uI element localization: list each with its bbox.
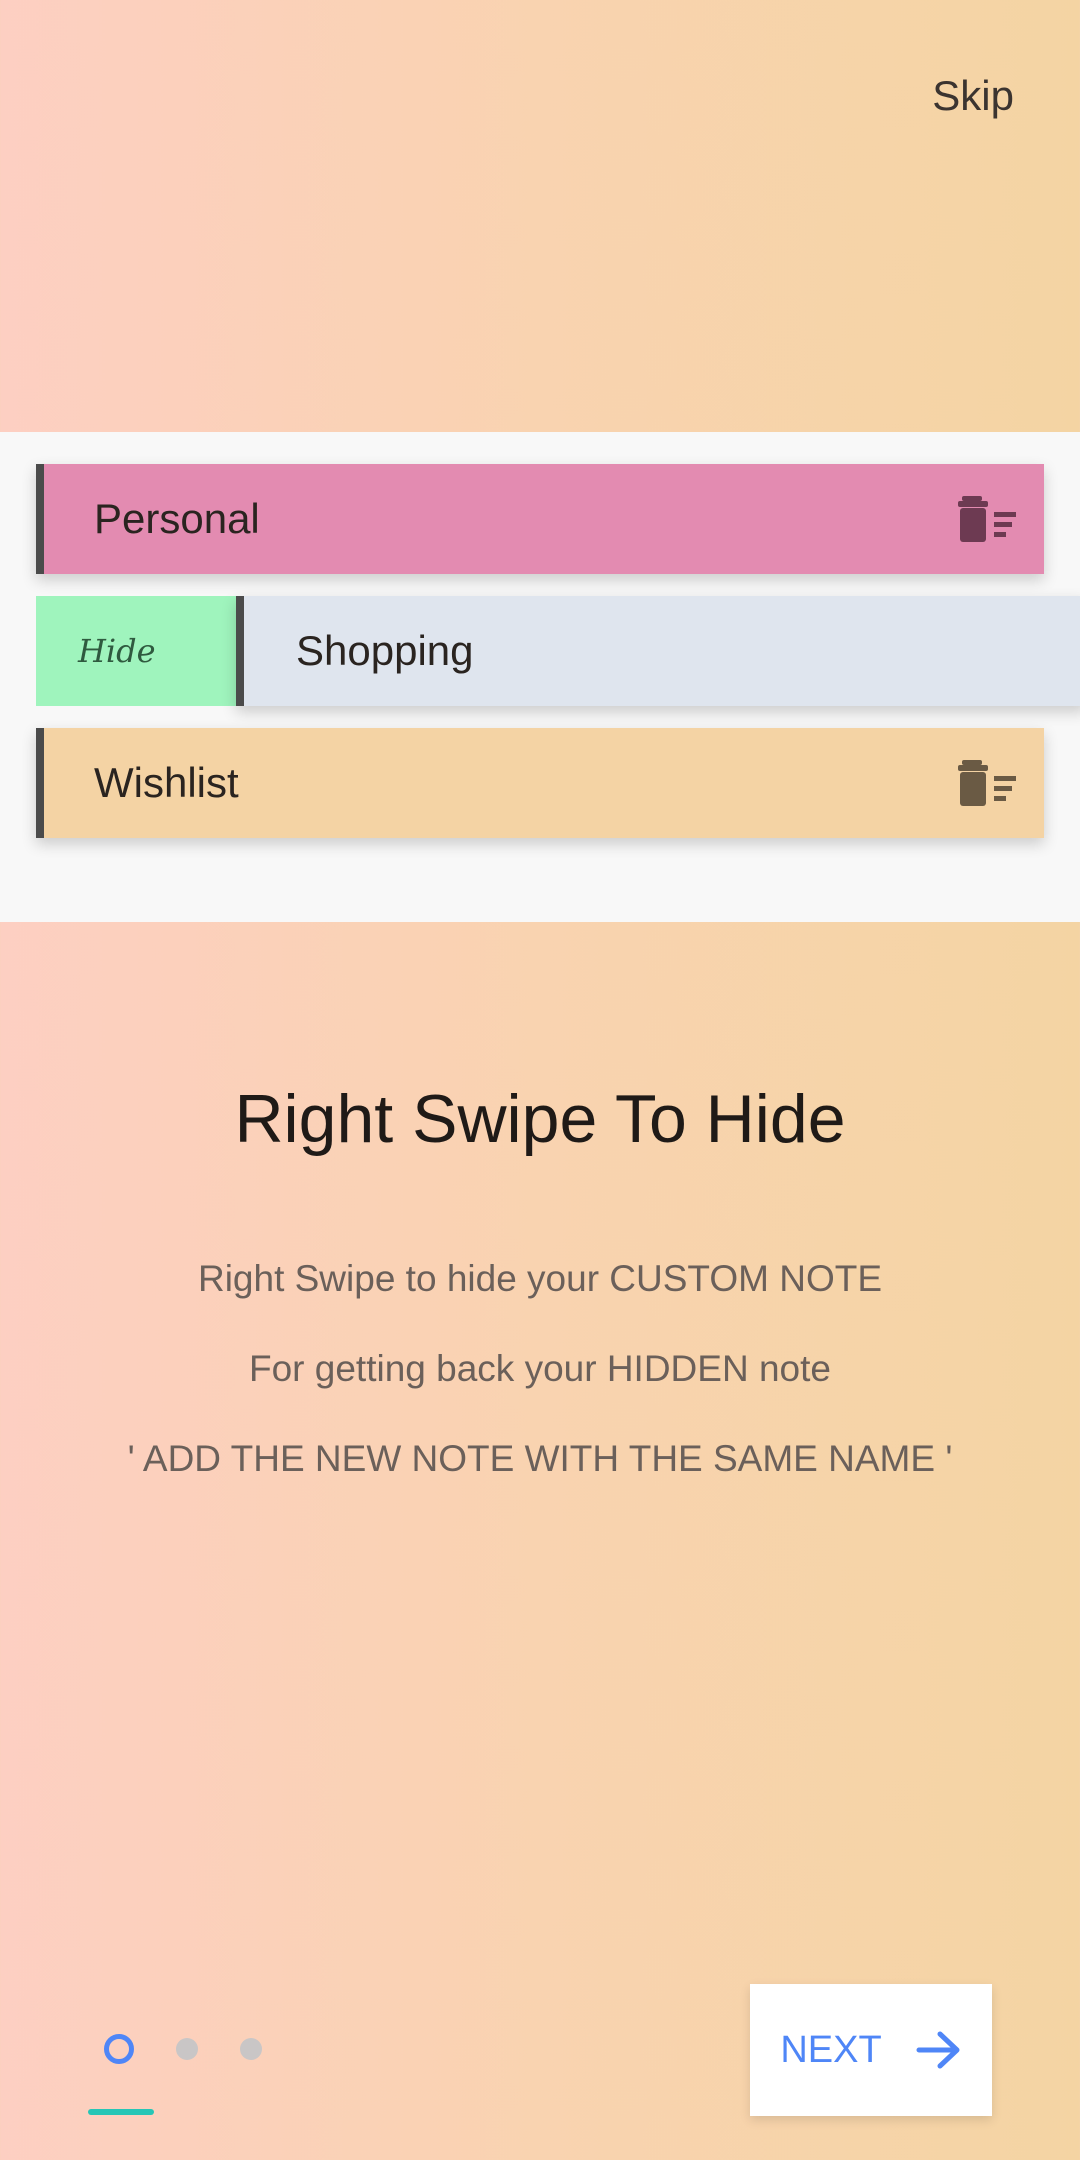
note-label: Personal	[94, 495, 260, 542]
skip-button[interactable]: Skip	[932, 72, 1014, 120]
description-line: For getting back your HIDDEN note	[249, 1348, 831, 1389]
note-shopping: Shopping	[236, 596, 1080, 706]
next-button[interactable]: NEXT	[750, 1984, 992, 2116]
note-label: Wishlist	[94, 759, 239, 806]
page-dot-active[interactable]	[104, 2034, 134, 2064]
note-label: Shopping	[296, 627, 474, 674]
page-dot[interactable]	[240, 2038, 262, 2060]
hide-label: Hide	[78, 632, 156, 670]
page-title: Right Swipe To Hide	[234, 1081, 846, 1157]
description-line: ' ADD THE NEW NOTE WITH THE SAME NAME '	[127, 1438, 953, 1479]
hide-swipe-action: Hide	[36, 596, 238, 706]
page-indicator	[104, 2034, 262, 2064]
arrow-right-icon	[916, 2031, 960, 2069]
active-page-underline	[88, 2109, 154, 2115]
description-line: Right Swipe to hide your CUSTOM NOTE	[197, 1258, 883, 1299]
note-wishlist: Wishlist	[36, 728, 1044, 838]
note-personal: Personal	[36, 464, 1044, 574]
next-label: NEXT	[780, 2028, 882, 2071]
page-dot[interactable]	[176, 2038, 198, 2060]
delete-icon	[958, 760, 1016, 806]
delete-icon	[958, 496, 1016, 542]
notes-preview: Personal Hide Shopping Wishlist	[0, 432, 1080, 922]
